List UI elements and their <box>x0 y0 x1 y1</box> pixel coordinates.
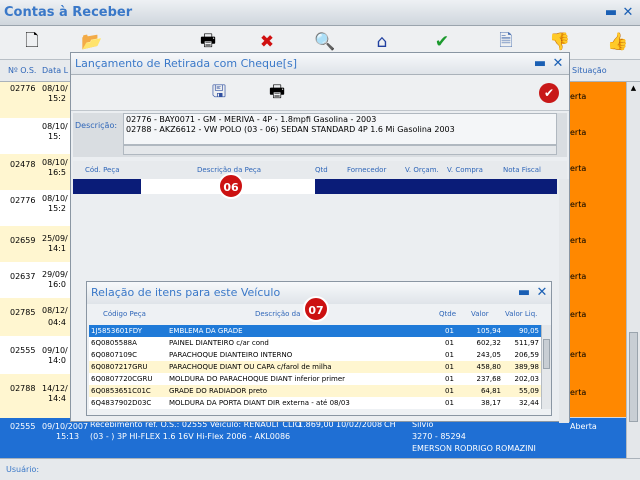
list-item[interactable]: 6Q4837902D03C MOLDURA DA PORTA DIANT DIR… <box>89 397 541 409</box>
description-box[interactable]: 02776 - BAY0071 - GM - MERIVA - 4P - 1.8… <box>123 113 557 145</box>
status-cell: erta <box>570 200 587 209</box>
status-cell: erta <box>570 350 587 359</box>
save-disk-icon[interactable]: 🖫 <box>207 81 231 105</box>
list-item[interactable]: 6Q0807217GRU PARACHOQUE DIANT OU CAPA c/… <box>89 361 541 373</box>
status-cell: erta <box>570 388 587 397</box>
header-os: Nº O.S. <box>8 66 37 75</box>
parts-grid-header: Cód. Peça Descrição da Peça Qtd Forneced… <box>73 161 567 179</box>
minimize-icon[interactable]: ▬ <box>533 57 547 71</box>
list-item[interactable]: 6Q0807720CGRU MOLDURA DO PARACHOQUE DIAN… <box>89 373 541 385</box>
status-bar: Usuário: <box>0 458 640 480</box>
close-icon[interactable]: ✕ <box>621 6 635 20</box>
close-icon[interactable]: ✕ <box>535 286 549 300</box>
status-cell: erta <box>570 310 587 319</box>
report-icon[interactable]: 🗎 <box>494 30 518 54</box>
window-title: Contas à Receber <box>4 5 133 20</box>
thumbs-up-icon[interactable]: 👍 <box>606 30 630 54</box>
search-icon[interactable]: 🔍 <box>313 30 337 54</box>
dialog-toolbar: 🖫 🖶 ✔ <box>71 75 569 111</box>
main-vertical-scrollbar[interactable]: ▲ <box>626 82 640 458</box>
dialog-title: Relação de itens para este Veículo <box>91 286 281 299</box>
status-cell: erta <box>570 164 587 173</box>
status-cell: erta <box>570 128 587 137</box>
list-item[interactable]: 6Q0807109C PARACHOQUE DIANTEIRO INTERNO … <box>89 349 541 361</box>
open-folder-icon[interactable]: 📂 <box>80 30 104 54</box>
minimize-icon[interactable]: ▬ <box>604 6 618 20</box>
description-panel: Descrição: 02776 - BAY0071 - GM - MERIVA… <box>73 113 567 157</box>
thumbs-down-icon[interactable]: 👎 <box>548 30 572 54</box>
status-cell: erta <box>570 92 587 101</box>
status-user-label: Usuário: <box>6 465 40 474</box>
vehicle-items-dialog: Relação de itens para este Veículo ▬ ✕ C… <box>86 281 552 416</box>
header-date: Data L <box>42 66 69 75</box>
status-column: erta erta erta erta erta erta erta erta … <box>568 82 626 417</box>
list-item[interactable]: 6Q0853651C01C GRADE DO RADIADOR preto 01… <box>89 385 541 397</box>
description-hscrollbar[interactable] <box>123 145 557 155</box>
new-document-icon[interactable]: 🗋 <box>20 30 44 54</box>
list-item[interactable]: 1J5853601FDY EMBLEMA DA GRADE 01 105,94 … <box>89 325 541 337</box>
close-icon[interactable]: ✕ <box>551 57 565 71</box>
description-label: Descrição: <box>75 121 118 130</box>
callout-badge: 06 <box>218 173 244 199</box>
parts-grid-scrollbar[interactable] <box>559 179 569 423</box>
status-cell: erta <box>570 236 587 245</box>
print-icon[interactable]: 🖶 <box>196 30 220 54</box>
list-item[interactable]: 6Q0805588A PAINEL DIANTEIRO c/ar cond 01… <box>89 337 541 349</box>
scroll-up-icon[interactable]: ▲ <box>629 84 638 93</box>
dialog-title: Lançamento de Retirada com Cheque[s] <box>75 57 298 70</box>
minimize-icon[interactable]: ▬ <box>517 286 531 300</box>
dialog-titlebar: Lançamento de Retirada com Cheque[s] ▬ ✕ <box>71 53 569 75</box>
confirm-check-icon[interactable]: ✔ <box>539 83 559 103</box>
confirm-check-icon[interactable]: ✔ <box>430 30 454 54</box>
home-icon[interactable]: ⌂ <box>370 30 394 54</box>
header-status: Situação <box>572 66 607 75</box>
selected-table-row[interactable]: 02555 09/10/2007 15:13 Recebimento ref. … <box>0 418 626 458</box>
window-titlebar: Contas à Receber ▬ ✕ <box>0 0 640 26</box>
print-icon[interactable]: 🖶 <box>265 81 289 105</box>
status-cell: erta <box>570 272 587 281</box>
scroll-thumb[interactable] <box>629 332 638 422</box>
callout-badge: 07 <box>303 296 329 322</box>
items-scrollbar[interactable] <box>541 325 551 409</box>
parts-grid-new-row[interactable] <box>73 179 557 194</box>
scroll-thumb[interactable] <box>543 339 550 369</box>
delete-icon[interactable]: ✖ <box>255 30 279 54</box>
